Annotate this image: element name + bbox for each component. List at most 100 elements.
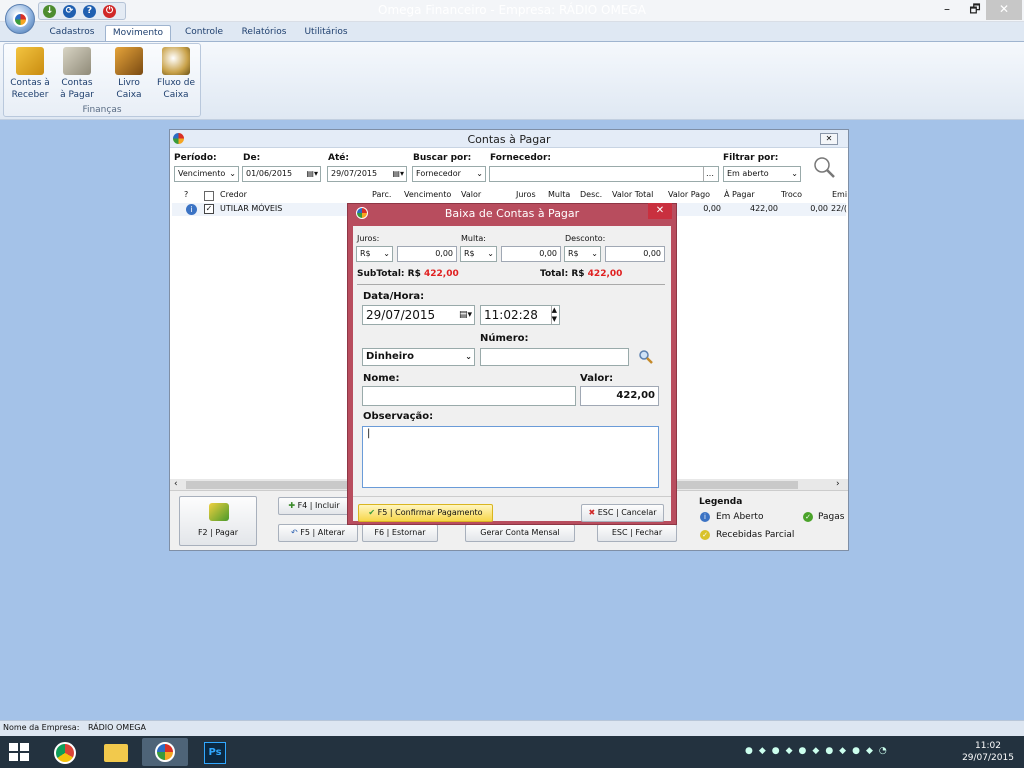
valor-input[interactable]: 422,00	[580, 386, 659, 406]
clock-date[interactable]: 29/07/2015	[958, 753, 1018, 763]
ate-label: Até:	[328, 153, 349, 163]
confirmar-pagamento-button[interactable]: ✔ F5 | Confirmar Pagamento	[358, 504, 493, 522]
calendar-icon[interactable]: ▤▾	[392, 167, 404, 181]
alterar-button[interactable]: ↶ F5 | Alterar	[278, 524, 358, 542]
col-vencimento: Vencimento	[404, 190, 452, 199]
legend-em-aberto: Em Aberto	[716, 512, 764, 522]
livro-caixa-label-2: Caixa	[116, 90, 142, 100]
hora-input[interactable]: 11:02:28 ▲ ▼	[480, 305, 560, 325]
power-icon[interactable]: ⏻	[103, 5, 116, 18]
fechar-button[interactable]: ESC | Fechar	[597, 524, 677, 542]
help-icon[interactable]: ?	[83, 5, 96, 18]
periodo-select[interactable]: Vencimento ⌄	[174, 166, 239, 182]
window-close-button[interactable]: ✕	[820, 133, 838, 145]
tab-controle[interactable]: Controle	[178, 25, 230, 42]
subtotal: SubTotal: R$ 422,00	[357, 269, 459, 279]
multa-currency-select[interactable]: R$ ⌄	[460, 246, 497, 262]
chevron-down-icon: ⌄	[465, 352, 472, 361]
file-explorer-taskbar-icon[interactable]	[92, 738, 138, 766]
fluxo-de-caixa-button[interactable]: Fluxo de Caixa	[154, 47, 198, 101]
dialog-title: Baixa de Contas à Pagar	[444, 207, 580, 220]
numero-label: Número:	[480, 333, 529, 344]
contas-a-receber-label-1: Contas à	[10, 78, 50, 88]
select-all-checkbox[interactable]	[204, 191, 214, 201]
subtotal-value: 422,00	[424, 269, 459, 279]
contas-a-receber-button[interactable]: Contas à Receber	[8, 47, 52, 101]
money-tools-icon	[63, 47, 91, 75]
col-credor: Credor	[220, 190, 247, 199]
system-tray-icons[interactable]: ●◆●◆●◆●◆●◆◔	[745, 746, 945, 758]
desconto-input[interactable]: 0,00	[605, 246, 665, 262]
clock-time[interactable]: 11:02	[958, 741, 1018, 751]
forma-pagamento-select[interactable]: Dinheiro ⌄	[362, 348, 475, 366]
de-date-input[interactable]: 01/06/2015 ▤▾	[242, 166, 321, 182]
tab-cadastros[interactable]: Cadastros	[44, 25, 100, 42]
cancel-label: ESC | Cancelar	[597, 508, 657, 517]
legend-pagas: Pagas	[818, 512, 845, 522]
filtrar-value: Em aberto	[727, 169, 769, 178]
livro-caixa-button[interactable]: Livro Caixa	[107, 47, 151, 101]
cash-book-icon	[115, 47, 143, 75]
nome-label: Nome:	[363, 373, 400, 384]
contas-a-receber-label-2: Receber	[11, 90, 49, 100]
buscar-select[interactable]: Fornecedor ⌄	[412, 166, 486, 182]
desconto-currency-select[interactable]: R$ ⌄	[564, 246, 601, 262]
nome-input[interactable]	[362, 386, 576, 406]
spin-icon[interactable]: ▲ ▼	[550, 306, 557, 324]
ate-date-input[interactable]: 29/07/2015 ▤▾	[327, 166, 407, 182]
calendar-icon[interactable]: ▤▾	[459, 306, 472, 324]
row-checkbox[interactable]: ✓	[204, 204, 214, 214]
chevron-down-icon: ⌄	[591, 249, 598, 258]
col-multa: Multa	[548, 190, 571, 199]
pagar-label: F2 | Pagar	[197, 528, 239, 537]
omega-taskbar-icon[interactable]	[142, 738, 188, 766]
chrome-taskbar-icon[interactable]	[42, 738, 88, 766]
tab-relatorios[interactable]: Relatórios	[236, 25, 292, 42]
contas-a-pagar-label-1: Contas	[61, 78, 93, 88]
juros-currency-select[interactable]: R$ ⌄	[356, 246, 393, 262]
estornar-button[interactable]: F6 | Estornar	[362, 524, 438, 542]
grid-header: ? Credor Parc. Vencimento Valor Juros Mu…	[172, 190, 847, 202]
col-juros: Juros	[516, 190, 536, 199]
fluxo-de-caixa-label-1: Fluxo de	[156, 78, 196, 88]
total-currency: R$	[571, 269, 585, 279]
fornecedor-input[interactable]: …	[489, 166, 719, 182]
photoshop-taskbar-icon[interactable]: Ps	[192, 738, 238, 766]
search-icon[interactable]	[812, 155, 836, 179]
dialog-close-button[interactable]: ✕	[648, 203, 672, 219]
numero-input[interactable]	[480, 348, 629, 366]
refresh-icon[interactable]: ⟳	[63, 5, 76, 18]
multa-input[interactable]: 0,00	[501, 246, 561, 262]
scroll-left-icon[interactable]: ‹	[174, 479, 178, 489]
ellipsis-icon[interactable]: …	[703, 167, 716, 181]
calendar-icon[interactable]: ▤▾	[306, 167, 318, 181]
buscar-value: Fornecedor	[416, 169, 461, 178]
total: Total: R$ 422,00	[540, 269, 622, 279]
col-valor-pago: Valor Pago	[668, 190, 711, 199]
cancelar-button[interactable]: ✖ ESC | Cancelar	[581, 504, 664, 522]
pagar-button[interactable]: F2 | Pagar	[179, 496, 257, 546]
gerar-conta-mensal-button[interactable]: Gerar Conta Mensal	[465, 524, 575, 542]
total-value: 422,00	[587, 269, 623, 279]
scroll-right-icon[interactable]: ›	[836, 479, 840, 489]
data-input[interactable]: 29/07/2015 ▤▾	[362, 305, 475, 325]
filtrar-select[interactable]: Em aberto ⌄	[723, 166, 801, 182]
download-icon[interactable]: ↓	[43, 5, 56, 18]
incluir-button[interactable]: ✚ F4 | Incluir	[278, 497, 350, 515]
info-icon: i	[186, 204, 197, 215]
close-button[interactable]: ✕	[986, 0, 1022, 20]
minimize-button[interactable]: –	[932, 0, 962, 20]
contas-a-pagar-button[interactable]: Contas à Pagar	[55, 47, 99, 101]
windows-start-icon[interactable]	[8, 742, 30, 762]
tab-utilitarios[interactable]: Utilitários	[298, 25, 354, 42]
subtotal-currency: R$	[407, 269, 421, 279]
application-menu-button[interactable]	[5, 4, 35, 34]
juros-input[interactable]: 0,00	[397, 246, 457, 262]
search-icon[interactable]	[638, 349, 654, 365]
confirm-label: F5 | Confirmar Pagamento	[377, 508, 483, 517]
observacao-textarea[interactable]: |	[362, 426, 659, 488]
add-icon: ✚	[288, 501, 298, 510]
col-parc: Parc.	[372, 190, 392, 199]
chevron-down-icon: ⌄	[791, 169, 798, 178]
tab-movimento[interactable]: Movimento	[105, 25, 171, 42]
